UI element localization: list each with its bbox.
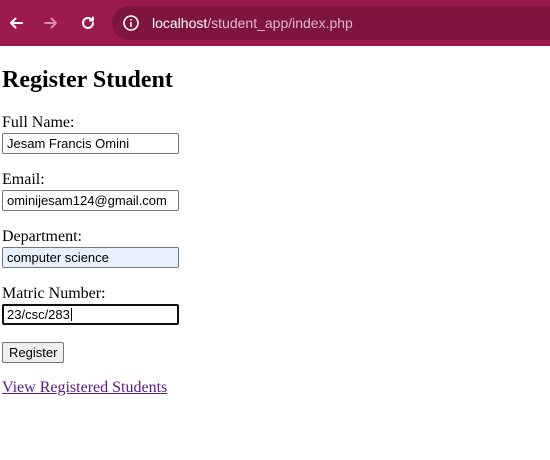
reload-button[interactable] bbox=[76, 11, 100, 35]
matric-number-value: 23/csc/283 bbox=[7, 307, 70, 322]
back-arrow-icon bbox=[10, 17, 23, 29]
page-title: Register Student bbox=[2, 67, 173, 93]
department-label: Department: bbox=[2, 228, 82, 245]
full-name-value: Jesam Francis Omini bbox=[7, 136, 130, 151]
email-input[interactable]: ominijesam124@gmail.com bbox=[2, 190, 179, 211]
department-value: computer science bbox=[7, 250, 109, 265]
full-name-label: Full Name: bbox=[2, 114, 75, 131]
url-host: localhost bbox=[152, 15, 208, 31]
forward-button[interactable] bbox=[39, 11, 63, 35]
address-bar[interactable]: localhost/student_app/index.php bbox=[112, 6, 550, 40]
department-input[interactable]: computer science bbox=[2, 247, 179, 268]
reload-icon bbox=[82, 16, 94, 29]
matric-number-label: Matric Number: bbox=[2, 285, 106, 302]
url-text: localhost/student_app/index.php bbox=[152, 14, 353, 32]
site-info-icon[interactable] bbox=[122, 14, 140, 32]
view-registered-students-link[interactable]: View Registered Students bbox=[2, 379, 167, 397]
text-caret bbox=[70, 308, 72, 321]
email-label: Email: bbox=[2, 171, 45, 188]
url-path: /student_app/index.php bbox=[207, 15, 353, 31]
matric-number-input[interactable]: 23/csc/283 bbox=[2, 304, 179, 325]
forward-arrow-icon bbox=[44, 17, 57, 29]
register-button[interactable]: Register bbox=[2, 342, 65, 363]
browser-toolbar: localhost/student_app/index.php bbox=[0, 0, 550, 46]
back-button[interactable] bbox=[4, 11, 28, 35]
email-value: ominijesam124@gmail.com bbox=[7, 193, 167, 208]
full-name-input[interactable]: Jesam Francis Omini bbox=[2, 133, 179, 154]
